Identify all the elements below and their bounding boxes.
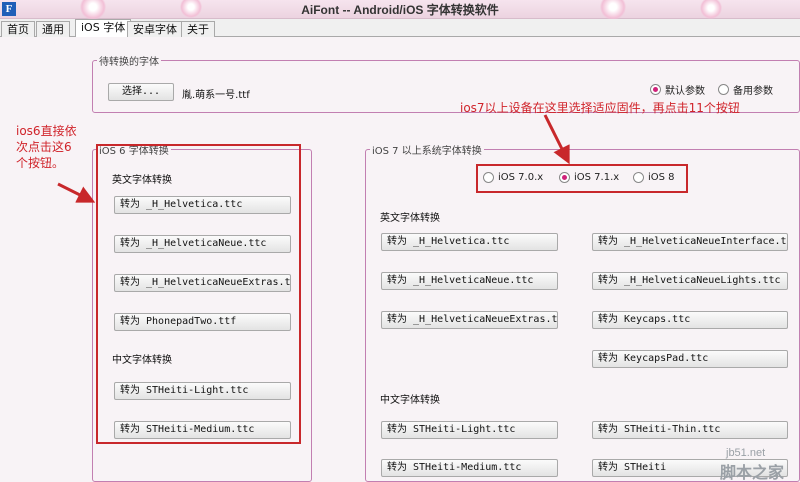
title-bar: F AiFont -- Android/iOS 字体转换软件 bbox=[0, 0, 800, 20]
firmware-arrow bbox=[543, 114, 570, 165]
tab-about[interactable]: 关于 bbox=[181, 21, 215, 37]
tab-home[interactable]: 首页 bbox=[1, 21, 35, 37]
watermark-site: jb51.net bbox=[726, 447, 766, 459]
ios6-arrow bbox=[57, 182, 96, 203]
window-title: AiFont -- Android/iOS 字体转换软件 bbox=[301, 3, 499, 17]
tab-strip: 首页 通用 iOS 字体 安卓字体 关于 bbox=[0, 19, 800, 38]
watermark-name: 脚本之家 bbox=[720, 465, 785, 482]
tab-ios-font[interactable]: iOS 字体 bbox=[75, 19, 132, 38]
tab-general[interactable]: 通用 bbox=[36, 21, 70, 37]
tab-android-font[interactable]: 安卓字体 bbox=[127, 21, 183, 37]
ios-font-panel: 待转换的字体 选择... 胤.萌系一号.ttf 默认参数 备用参数 iOS 6 … bbox=[0, 37, 800, 482]
annotation-arrows bbox=[57, 114, 570, 203]
